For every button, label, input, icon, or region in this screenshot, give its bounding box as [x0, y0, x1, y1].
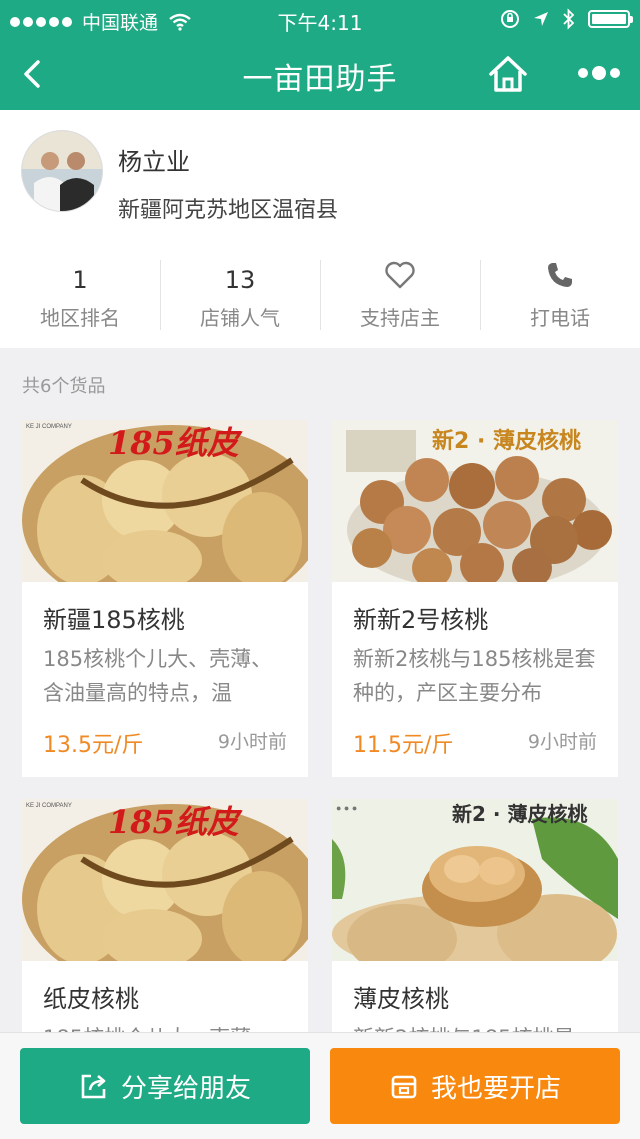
product-price: 11.5元/斤 — [353, 733, 454, 758]
svg-text:● ● ●: ● ● ● — [336, 803, 357, 813]
orientation-lock-icon — [501, 10, 519, 28]
product-name: 新疆185核桃 — [43, 606, 185, 634]
bottom-action-bar: 分享给朋友 我也要开店 — [0, 1032, 640, 1139]
image-caption: 新2 · 薄皮核桃 — [432, 428, 581, 454]
support-owner-label: 支持店主 — [360, 306, 440, 330]
product-card[interactable]: 新2 · 薄皮核桃 新新2号核桃 新新2核桃与185核桃是套种的，产区主要分布 … — [332, 420, 618, 777]
open-shop-button[interactable]: 我也要开店 — [330, 1048, 620, 1124]
support-owner-button[interactable]: 支持店主 — [320, 240, 480, 348]
image-caption: 185纸皮 — [108, 424, 243, 462]
avatar[interactable] — [21, 130, 103, 212]
product-time: 9小时前 — [527, 731, 597, 753]
app-screen: 中国联通 下午4:11 一亩田助手 杨立业 新疆阿克苏地区温宿县 1 地区排名 … — [0, 0, 640, 1139]
more-icon[interactable] — [578, 66, 620, 80]
call-label: 打电话 — [530, 306, 590, 330]
popularity-label: 店铺人气 — [200, 306, 280, 330]
region-rank-label: 地区排名 — [40, 306, 120, 330]
page-title: 一亩田助手 — [242, 62, 398, 97]
nav-bar: 一亩田助手 — [0, 40, 640, 110]
product-image: KE JI COMPANY 185纸皮 — [22, 420, 308, 582]
product-description: 新新2核桃与185核桃是套种的，产区主要分布 — [353, 647, 596, 705]
status-bar: 中国联通 下午4:11 — [0, 0, 640, 40]
image-watermark: KE JI COMPANY — [26, 803, 72, 809]
stat-region-rank: 1 地区排名 — [0, 240, 160, 348]
product-name: 薄皮核桃 — [353, 985, 449, 1013]
stat-popularity: 13 店铺人气 — [160, 240, 320, 348]
popularity-value: 13 — [224, 266, 256, 294]
shop-icon — [391, 1075, 417, 1099]
battery-icon — [588, 10, 633, 28]
product-card[interactable]: KE JI COMPANY 185纸皮 新疆185核桃 185核桃个儿大、壳薄、… — [22, 420, 308, 777]
phone-icon — [548, 263, 572, 287]
bluetooth-icon — [563, 8, 575, 30]
location-icon — [534, 12, 548, 26]
home-icon[interactable] — [486, 52, 530, 96]
image-caption: 新2 · 薄皮核桃 — [452, 802, 587, 826]
heart-icon — [385, 261, 415, 289]
seller-name: 杨立业 — [118, 148, 190, 176]
product-description: 185核桃个儿大、壳薄、含油量高的特点，温 — [43, 647, 273, 705]
image-watermark: KE JI COMPANY — [26, 424, 72, 430]
product-image: 新2 · 薄皮核桃 — [332, 420, 618, 582]
product-time: 9小时前 — [217, 731, 287, 753]
seller-location: 新疆阿克苏地区温宿县 — [118, 198, 339, 223]
share-icon — [81, 1074, 106, 1099]
share-button[interactable]: 分享给朋友 — [20, 1048, 310, 1124]
seller-profile: 杨立业 新疆阿克苏地区温宿县 — [0, 110, 640, 240]
product-image: KE JI COMPANY 185纸皮 — [22, 799, 308, 961]
image-caption: 185纸皮 — [108, 803, 243, 841]
stats-bar: 1 地区排名 13 店铺人气 支持店主 打电话 — [0, 240, 640, 348]
share-label: 分享给朋友 — [120, 1073, 251, 1104]
region-rank-value: 1 — [72, 266, 88, 294]
product-card[interactable]: KE JI COMPANY 185纸皮 纸皮核桃 185核桃个儿大、壳薄 — [22, 799, 308, 1039]
product-name: 纸皮核桃 — [43, 985, 139, 1013]
open-shop-label: 我也要开店 — [430, 1073, 561, 1104]
call-button[interactable]: 打电话 — [480, 240, 640, 348]
product-card[interactable]: ● ● ● 新2 · 薄皮核桃 薄皮核桃 新新2核桃与185核桃是 — [332, 799, 618, 1039]
product-price: 13.5元/斤 — [43, 733, 144, 758]
product-name: 新新2号核桃 — [353, 606, 489, 634]
goods-count: 共6个货品 — [22, 376, 106, 397]
product-image: ● ● ● 新2 · 薄皮核桃 — [332, 799, 618, 961]
